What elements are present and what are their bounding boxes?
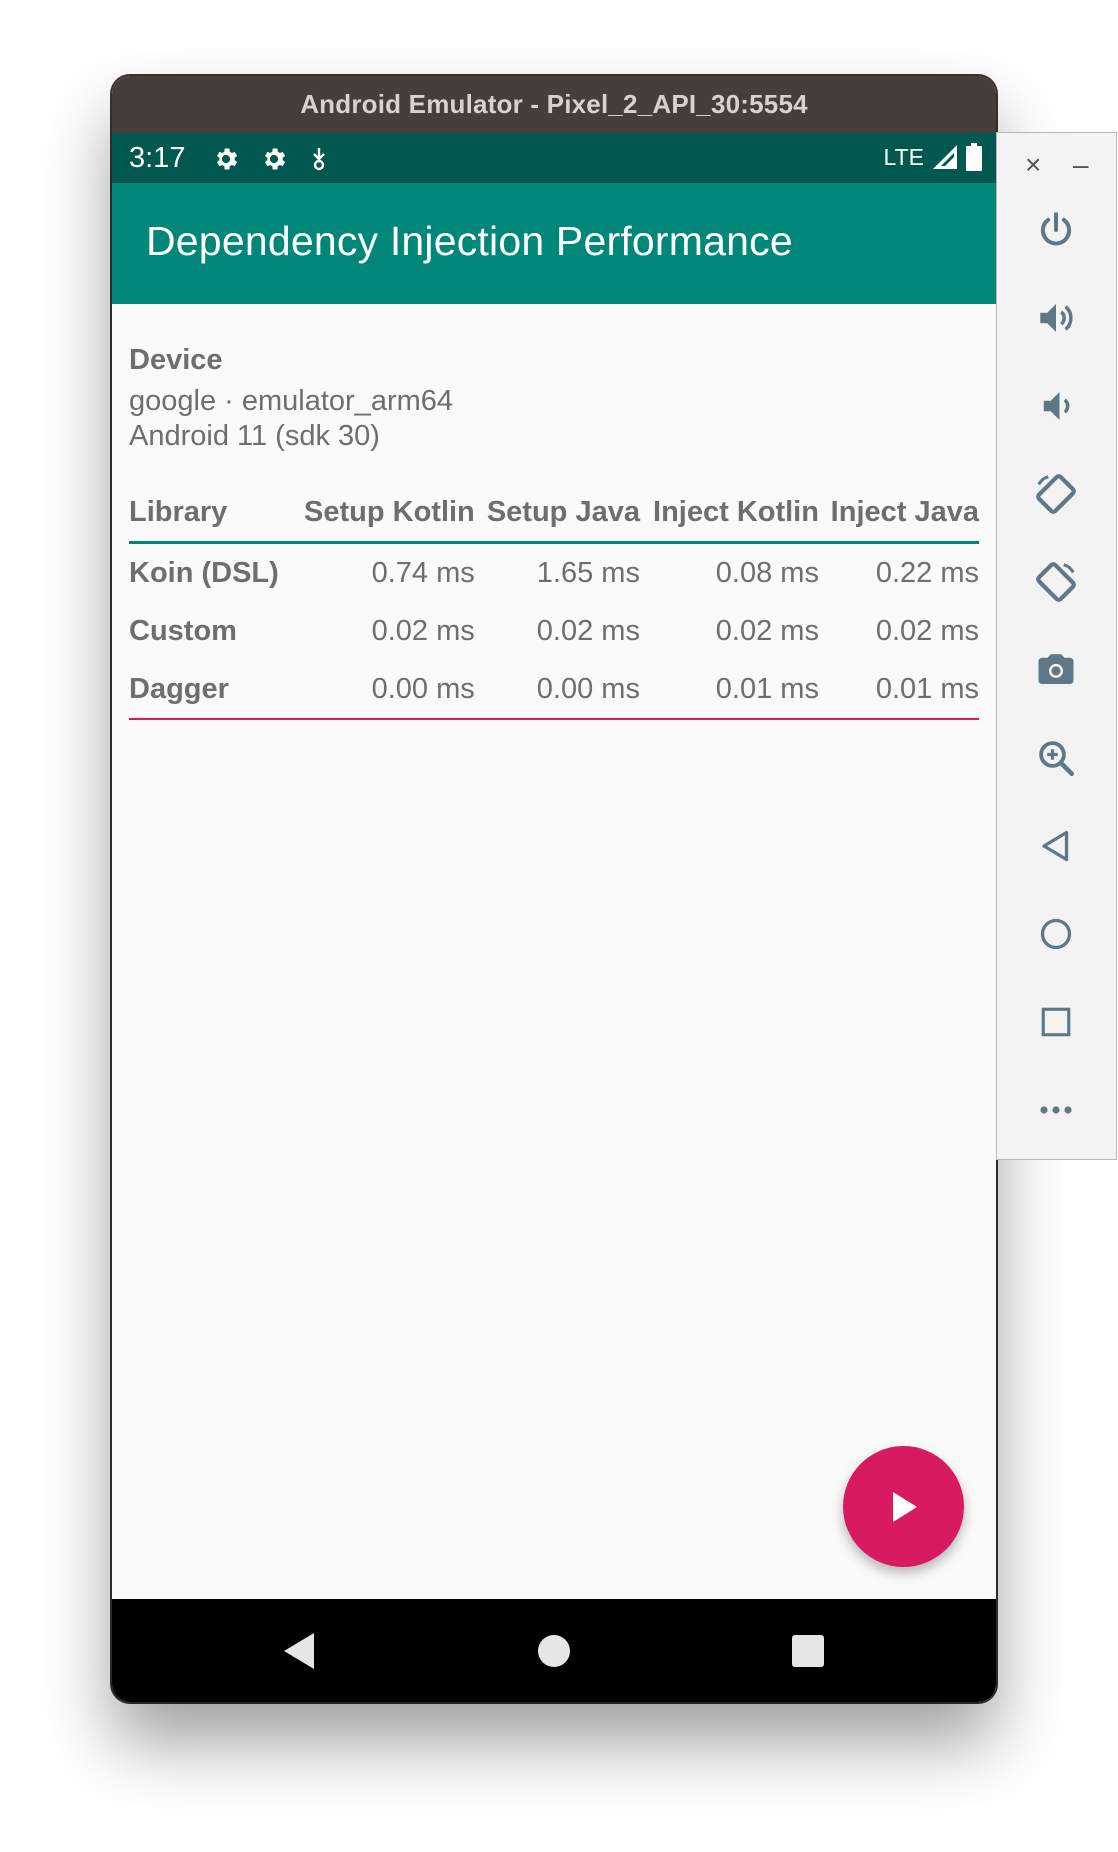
- app-title: Dependency Injection Performance: [146, 218, 793, 264]
- more-icon[interactable]: [1031, 1085, 1081, 1135]
- back-icon[interactable]: [1031, 821, 1081, 871]
- performance-table: Library Setup Kotlin Setup Java Inject K…: [129, 486, 979, 720]
- library-name: Koin (DSL): [129, 556, 279, 589]
- download-icon: [313, 148, 325, 171]
- settings-icon: [217, 148, 238, 170]
- status-time: 3:17: [129, 142, 186, 174]
- setup-java-value: 0.02 ms: [536, 614, 640, 647]
- header-inject-kotlin: Inject Kotlin: [639, 486, 819, 544]
- header-setup-java: Setup Java: [474, 486, 640, 544]
- setup-kotlin-value: 0.74 ms: [371, 556, 475, 589]
- power-icon[interactable]: [1031, 205, 1081, 255]
- recents-icon[interactable]: [786, 1629, 830, 1673]
- library-name: Dagger: [129, 660, 291, 720]
- app-bar: Dependency Injection Performance: [112, 183, 996, 304]
- device-model: google · emulator_arm64: [129, 385, 454, 417]
- settings-icon: [265, 148, 286, 170]
- status-notification-icons: [212, 145, 330, 173]
- setup-kotlin-value: 0.00 ms: [290, 660, 475, 720]
- inject-kotlin-value: 0.01 ms: [639, 660, 819, 720]
- close-icon[interactable]: ×: [1025, 149, 1041, 181]
- device-heading: Device: [129, 344, 223, 376]
- zoom-icon[interactable]: [1031, 733, 1081, 783]
- play-icon: [892, 1491, 917, 1522]
- window-title: Android Emulator - Pixel_2_API_30:5554: [300, 89, 808, 119]
- device-os: Android 11 (sdk 30): [129, 420, 380, 452]
- volume-down-icon[interactable]: [1031, 381, 1081, 431]
- inject-kotlin-value: 0.02 ms: [715, 614, 819, 647]
- inject-kotlin-value: 0.08 ms: [715, 556, 819, 589]
- home-icon[interactable]: [1031, 909, 1081, 959]
- window-titlebar[interactable]: Android Emulator - Pixel_2_API_30:5554: [112, 76, 996, 133]
- setup-kotlin-value: 0.02 ms: [371, 614, 475, 647]
- setup-java-value: 0.00 ms: [474, 660, 640, 720]
- table-row: Dagger 0.00 ms 0.00 ms 0.01 ms 0.01 ms: [129, 660, 979, 720]
- minimize-icon[interactable]: –: [1073, 149, 1089, 181]
- main-content: Device google · emulator_arm64 Android 1…: [112, 304, 996, 1599]
- overview-icon[interactable]: [1031, 997, 1081, 1047]
- rotate-right-icon[interactable]: [1031, 557, 1081, 607]
- header-inject-java: Inject Java: [818, 486, 979, 544]
- status-bar: 3:17 LTE: [112, 133, 996, 183]
- inject-java-value: 0.02 ms: [875, 614, 979, 647]
- home-icon[interactable]: [532, 1629, 576, 1673]
- status-system-icons: LTE: [884, 143, 982, 171]
- volume-up-icon[interactable]: [1031, 293, 1081, 343]
- camera-icon[interactable]: [1031, 645, 1081, 695]
- run-benchmark-fab[interactable]: [843, 1446, 964, 1567]
- battery-icon: [966, 143, 982, 171]
- emulator-toolbar: × –: [996, 132, 1117, 1160]
- navigation-bar: [112, 1599, 996, 1702]
- table-row: Koin (DSL) 0.74 ms 1.65 ms 0.08 ms 0.22 …: [129, 543, 979, 603]
- inject-java-value: 0.22 ms: [875, 556, 979, 589]
- emulator-window: Android Emulator - Pixel_2_API_30:5554 3…: [112, 76, 996, 1702]
- signal-icon: [933, 145, 957, 169]
- setup-java-value: 1.65 ms: [536, 556, 640, 589]
- rotate-left-icon[interactable]: [1031, 469, 1081, 519]
- inject-java-value: 0.01 ms: [818, 660, 979, 720]
- header-setup-kotlin: Setup Kotlin: [290, 486, 475, 544]
- header-library: Library: [129, 486, 291, 544]
- table-row: Custom 0.02 ms 0.02 ms 0.02 ms 0.02 ms: [129, 602, 979, 660]
- table-header-row: Library Setup Kotlin Setup Java Inject K…: [129, 486, 979, 544]
- network-type: LTE: [883, 143, 924, 170]
- library-name: Custom: [129, 614, 237, 647]
- back-icon[interactable]: [278, 1629, 322, 1673]
